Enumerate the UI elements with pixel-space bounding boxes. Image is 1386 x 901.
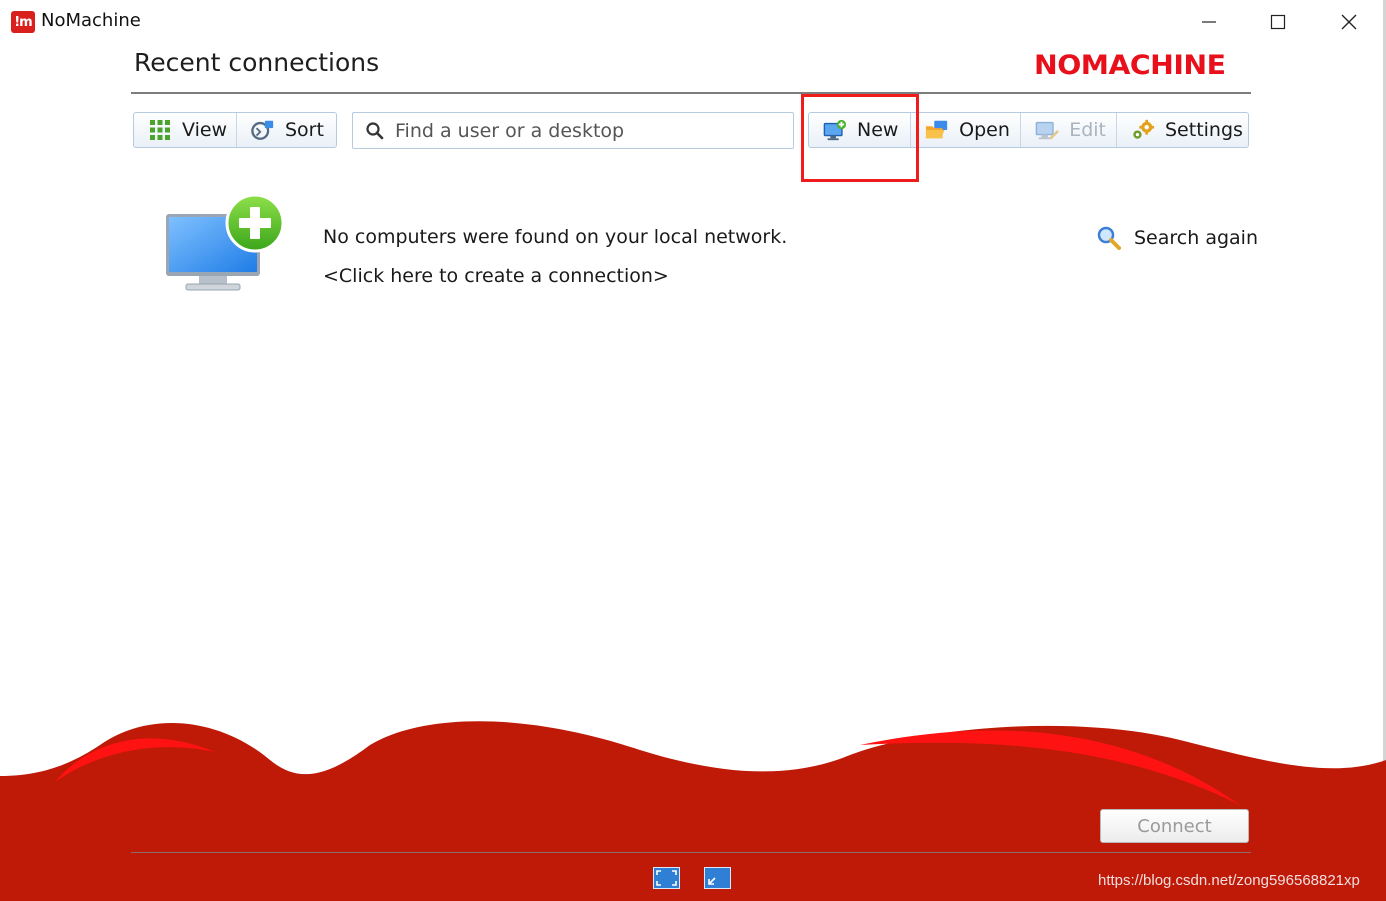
- open-button[interactable]: Open: [910, 113, 1020, 147]
- connect-button[interactable]: Connect: [1100, 809, 1249, 843]
- magnifier-icon: [1097, 226, 1121, 250]
- new-connection-monitor-icon: [823, 119, 847, 141]
- title-bar: !m NoMachine: [0, 0, 1386, 44]
- sort-icon: [251, 120, 274, 140]
- nomachine-window: !m NoMachine Recent connections NOMACHIN…: [0, 0, 1386, 901]
- new-button[interactable]: New: [809, 113, 910, 147]
- search-icon: [366, 121, 384, 139]
- nomachine-brand-logo: NOMACHINE: [1034, 50, 1226, 81]
- sort-label: Sort: [285, 119, 324, 141]
- fullscreen-button[interactable]: [653, 867, 680, 889]
- search-input[interactable]: [395, 119, 785, 142]
- window-mode-button[interactable]: [704, 867, 731, 889]
- add-computer-monitor-icon: [166, 193, 285, 291]
- view-button[interactable]: View: [134, 113, 236, 147]
- search-again-label: Search again: [1134, 227, 1258, 249]
- gears-icon: [1133, 119, 1155, 139]
- open-label: Open: [959, 119, 1010, 141]
- settings-button[interactable]: Settings: [1116, 113, 1248, 147]
- edit-monitor-icon: [1035, 121, 1060, 140]
- footer-wave-background: [0, 721, 1386, 901]
- page-title: Recent connections: [134, 48, 380, 77]
- footer-divider: [131, 852, 1251, 853]
- maximize-button[interactable]: [1255, 6, 1301, 38]
- open-folder-icon: [926, 120, 948, 139]
- maximize-icon: [1270, 14, 1286, 30]
- empty-state-message: No computers were found on your local ne…: [323, 226, 788, 248]
- view-sort-toolbar: View Sort: [133, 112, 337, 148]
- settings-label: Settings: [1165, 119, 1243, 141]
- new-label: New: [857, 119, 899, 141]
- close-icon: [1341, 14, 1357, 30]
- minimize-icon: [1202, 21, 1216, 23]
- connection-toolbar: New Open Edit Settings: [808, 112, 1249, 148]
- window-mode-icon: [704, 867, 731, 889]
- create-connection-link[interactable]: <Click here to create a connection>: [323, 265, 669, 287]
- window-title: NoMachine: [41, 10, 141, 31]
- grid-view-icon: [150, 120, 170, 140]
- close-button[interactable]: [1326, 6, 1372, 38]
- minimize-button[interactable]: [1186, 6, 1232, 38]
- watermark-text: https://blog.csdn.net/zong596568821xp: [1098, 872, 1360, 889]
- search-again-button[interactable]: Search again: [1096, 224, 1258, 252]
- edit-button[interactable]: Edit: [1020, 113, 1116, 147]
- sort-button[interactable]: Sort: [236, 113, 336, 147]
- view-label: View: [182, 119, 228, 141]
- nomachine-logo-icon: !m: [11, 11, 35, 33]
- header-divider: [131, 92, 1251, 94]
- fullscreen-icon: [653, 867, 680, 889]
- edit-label: Edit: [1069, 119, 1106, 141]
- search-box: [352, 112, 794, 149]
